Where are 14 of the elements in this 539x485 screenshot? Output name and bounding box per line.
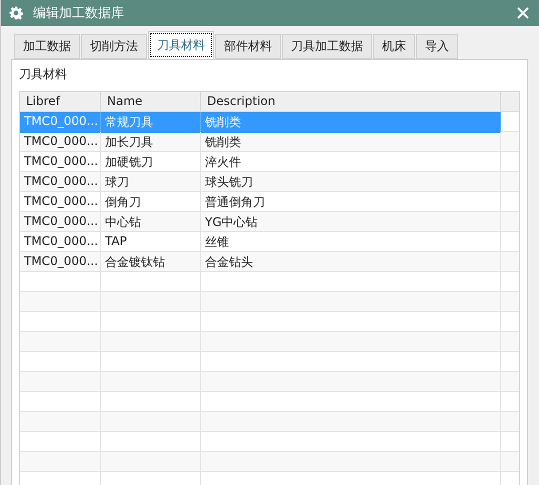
close-icon[interactable]: [515, 5, 531, 21]
column-header[interactable]: Description: [201, 92, 501, 111]
gear-icon: [9, 6, 23, 20]
section-label: 刀具材料: [19, 66, 68, 83]
tab[interactable]: 机床: [373, 34, 415, 59]
tab[interactable]: 部件材料: [215, 34, 281, 59]
tab[interactable]: 刀具加工数据: [282, 34, 372, 59]
column-header[interactable]: Name: [101, 92, 201, 111]
tab[interactable]: 切削方法: [81, 34, 147, 59]
window-title: 编辑加工数据库: [33, 5, 125, 22]
tab[interactable]: 加工数据: [14, 34, 80, 59]
tab[interactable]: 刀具材料: [148, 31, 214, 59]
column-header[interactable]: Libref: [20, 92, 101, 111]
tab[interactable]: 导入: [416, 34, 458, 59]
